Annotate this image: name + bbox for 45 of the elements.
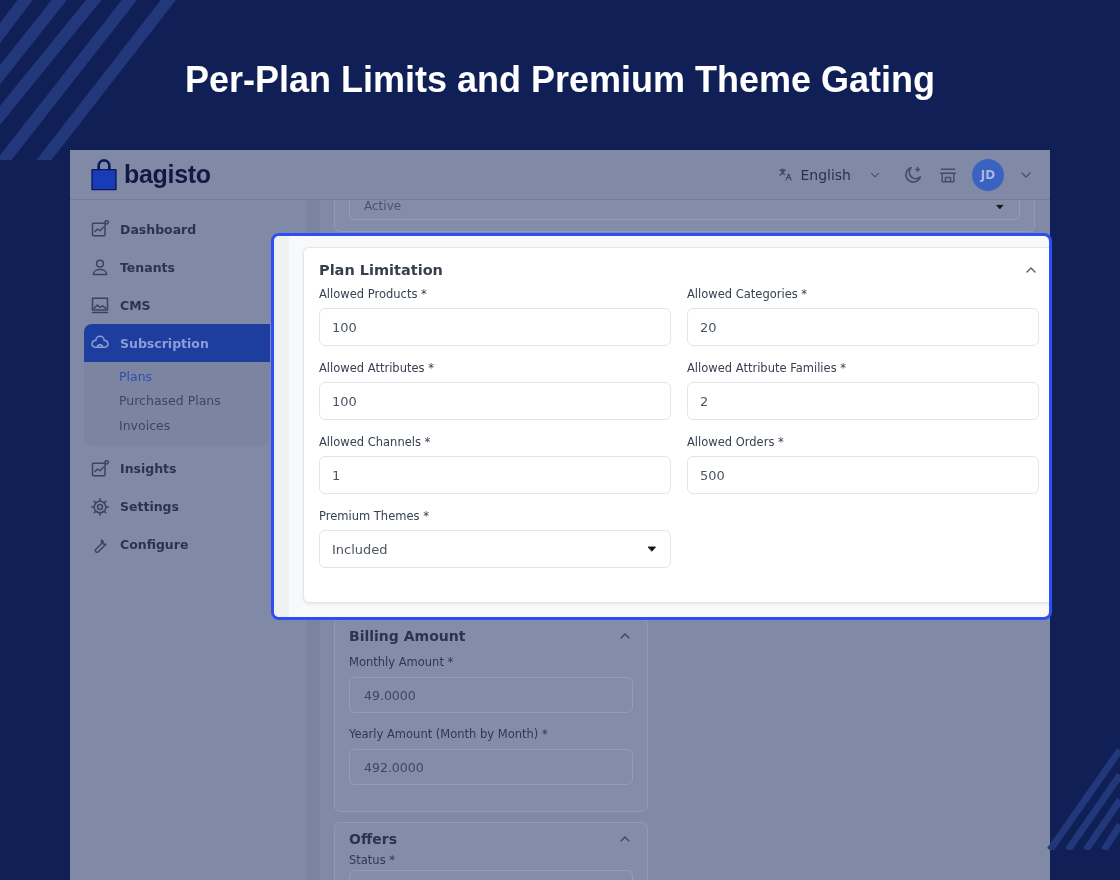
sidebar-item[interactable]: CMS — [84, 286, 270, 324]
select-field[interactable]: Included — [319, 530, 671, 568]
sidebar-item[interactable]: Tenants — [84, 248, 270, 286]
translate-icon — [778, 167, 794, 182]
field-label: Premium Themes * — [319, 508, 430, 524]
input-field[interactable]: 100 — [319, 308, 671, 346]
sidebar-item[interactable]: Subscription — [84, 324, 270, 362]
status-select[interactable]: Active — [349, 200, 1020, 220]
section-title: Plan Limitation — [319, 262, 443, 278]
input-field[interactable]: 1 — [319, 456, 671, 494]
input-field[interactable]: 49.0000 — [349, 677, 633, 713]
submenu-item[interactable]: Purchased Plans — [119, 388, 221, 413]
field-label: Allowed Products * — [319, 286, 428, 302]
field-label: Allowed Attribute Families * — [687, 360, 848, 376]
section-title: Billing Amount — [349, 628, 466, 644]
input-field[interactable]: 500 — [687, 456, 1039, 494]
field-label: Allowed Channels * — [319, 434, 432, 450]
submenu-item[interactable]: Plans — [119, 364, 153, 389]
field-label: Allowed Categories * — [687, 286, 809, 302]
logo-text: bagisto — [124, 160, 211, 189]
gear-icon — [90, 496, 110, 517]
field-label: Allowed Attributes * — [319, 360, 435, 376]
image-icon — [90, 295, 110, 315]
caret-down-icon — [995, 202, 1005, 212]
chart-icon — [90, 219, 110, 239]
language-selector[interactable]: English — [778, 166, 882, 183]
input-field[interactable]: 100 — [319, 382, 671, 420]
field-label: Monthly Amount * — [349, 655, 455, 669]
headline: Per-Plan Limits and Premium Theme Gating — [184, 58, 936, 102]
field-label: Yearly Amount (Month by Month) * — [349, 727, 549, 741]
user-avatar[interactable]: JD — [972, 158, 1004, 191]
field-label: Allowed Orders * — [687, 434, 785, 450]
sidebar-item[interactable]: Configure — [84, 525, 270, 564]
shopping-bag-icon — [88, 157, 120, 192]
sidebar-item[interactable]: Insights — [84, 449, 270, 488]
field-label: Status * — [349, 853, 397, 867]
section-title: Offers — [349, 831, 397, 847]
input-field[interactable]: 492.0000 — [349, 749, 633, 785]
sidebar-item[interactable]: Dashboard — [84, 210, 270, 248]
chart-icon — [90, 458, 110, 479]
sidebar-item[interactable]: Settings — [84, 487, 270, 526]
user-icon — [90, 257, 110, 277]
input-field[interactable]: 20 — [687, 308, 1039, 346]
input-field[interactable]: 2 — [687, 382, 1039, 420]
submenu-item[interactable]: Invoices — [119, 413, 171, 438]
